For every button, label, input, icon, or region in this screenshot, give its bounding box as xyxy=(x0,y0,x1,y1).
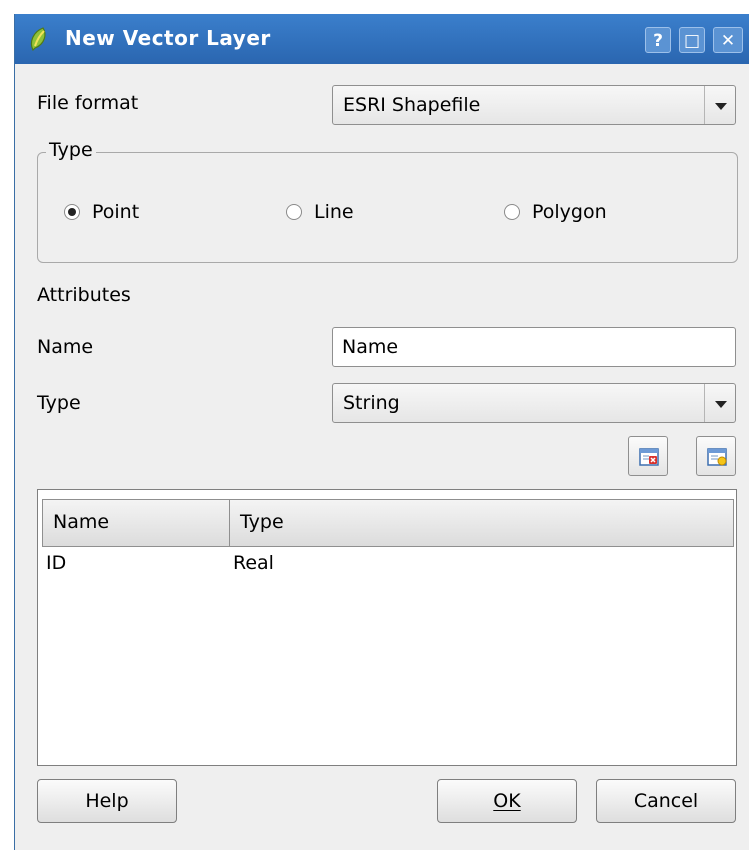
attribute-type-select[interactable]: String xyxy=(332,383,736,423)
point-radio-label: Point xyxy=(92,201,140,223)
radio-unchecked-icon[interactable] xyxy=(286,204,302,220)
help-button[interactable]: Help xyxy=(37,779,177,823)
attributes-section-label: Attributes xyxy=(37,284,131,306)
radio-checked-icon[interactable] xyxy=(64,204,80,220)
attribute-name-label: Name xyxy=(37,336,94,358)
close-button[interactable]: ✕ xyxy=(713,27,743,53)
add-attribute-icon xyxy=(707,448,727,466)
new-vector-layer-dialog: New Vector Layer ? □ ✕ File format ESRI … xyxy=(14,14,749,850)
line-radio-label: Line xyxy=(314,201,354,223)
delete-attribute-icon xyxy=(639,448,659,466)
file-format-label: File format xyxy=(37,92,139,114)
file-format-value: ESRI Shapefile xyxy=(343,94,481,116)
polygon-radio[interactable]: Polygon xyxy=(504,201,607,223)
column-header-type[interactable]: Type xyxy=(229,499,734,547)
cancel-button[interactable]: Cancel xyxy=(596,779,736,823)
file-format-select[interactable]: ESRI Shapefile xyxy=(332,85,736,125)
column-header-name[interactable]: Name xyxy=(42,499,230,547)
attribute-type-label: Type xyxy=(37,392,81,414)
maximize-button[interactable]: □ xyxy=(679,27,705,53)
window-title: New Vector Layer xyxy=(65,26,271,50)
attribute-table[interactable]: Name Type ID Real xyxy=(37,489,737,766)
add-attribute-button[interactable] xyxy=(696,436,736,476)
help-title-button[interactable]: ? xyxy=(645,27,671,53)
attribute-type-value: String xyxy=(343,392,400,414)
qgis-logo-icon xyxy=(30,27,46,52)
attribute-name-input[interactable] xyxy=(332,327,736,367)
geometry-type-group-title: Type xyxy=(46,139,96,161)
geometry-type-group: Type Point Line Polygon xyxy=(37,139,738,263)
ok-button[interactable]: OK xyxy=(437,779,577,823)
chevron-down-icon[interactable] xyxy=(704,384,735,422)
table-cell-type[interactable]: Real xyxy=(233,552,274,574)
title-bar[interactable]: New Vector Layer ? □ ✕ xyxy=(15,14,749,64)
point-radio[interactable]: Point xyxy=(64,201,139,223)
delete-attribute-button[interactable] xyxy=(628,436,668,476)
radio-unchecked-icon[interactable] xyxy=(504,204,520,220)
chevron-down-icon[interactable] xyxy=(704,86,735,124)
table-cell-name[interactable]: ID xyxy=(46,552,66,574)
polygon-radio-label: Polygon xyxy=(532,201,607,223)
line-radio[interactable]: Line xyxy=(286,201,354,223)
